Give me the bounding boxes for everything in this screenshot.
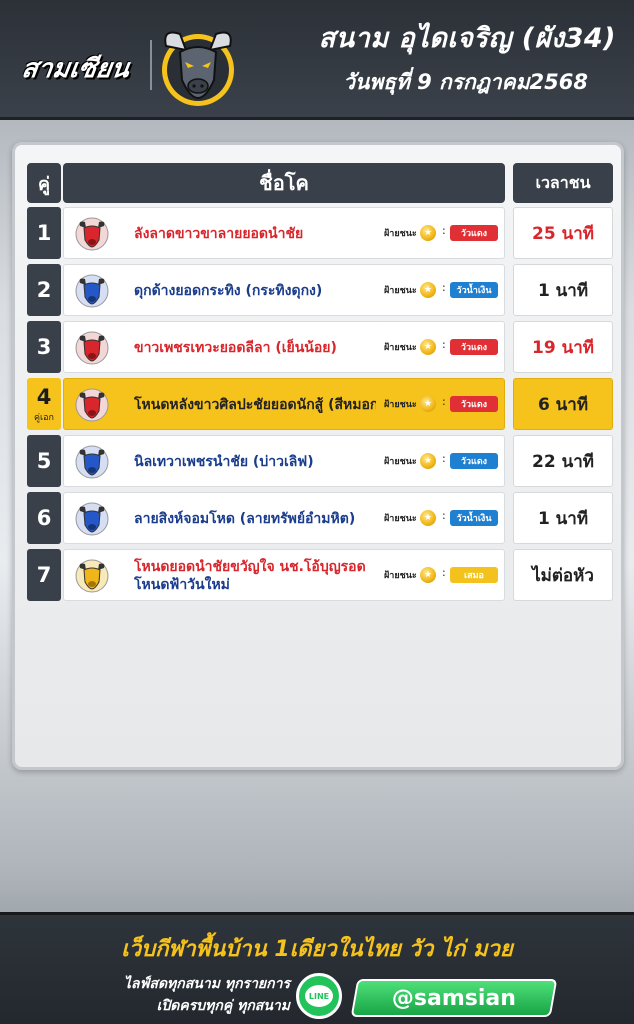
page-title: สนาม อุไดเจริญ (ผัง34) [318,23,616,54]
table-row-featured: 4 คู่เอก โหนดหลังขาวศิลปะชัยยอดนักสู้ (ส… [15,378,621,430]
fighter-name: นิลเทวาเพชรนำชัย (บ่าวเลิฟ) [134,454,314,470]
fight-time: ไม่ต่อหัว [513,549,613,601]
match-number: 1 [27,207,61,259]
winner-tag: วัวน้ำเงิน [450,510,498,526]
fighter-name: ลายสิงห์จอมโหด (ลายทรัพย์อำมหิต) [134,511,356,527]
match-number: 4 คู่เอก [27,378,61,430]
winner-tag: เสมอ [450,567,498,583]
column-header-name: ชื่อโค [63,163,505,203]
table-row: 5 นิลเทวาเพชรนำชัย (บ่าวเลิฟ) ฝ้ายชนะ ★ … [15,435,621,487]
footer-banner: เว็บกีฬาพื้นบ้าน 1เดียวในไทย วัว ไก่ มวย… [0,912,634,1024]
coin-icon: ★ [420,453,436,469]
blue-bull-icon [75,274,109,308]
coin-icon: ★ [420,225,436,241]
fight-time: 6 นาที [513,378,613,430]
win-label: ฝ้ายชนะ [384,571,417,581]
fighter-cell: นิลเทวาเพชรนำชัย (บ่าวเลิฟ) ฝ้ายชนะ ★ : … [63,435,505,487]
brand-divider [150,40,152,90]
blue-bull-icon [75,502,109,536]
line-handle-button[interactable]: @samsian [350,979,558,1017]
fight-time: 25 นาที [513,207,613,259]
main-event-label: คู่เอก [34,412,54,423]
matchup-table: คู่ ชื่อโค เวลาชน 1 ลังลาดขาวขาลายยอดนำช… [12,142,624,770]
fighter-cell: ลายสิงห์จอมโหด (ลายทรัพย์อำมหิต) ฝ้ายชนะ… [63,492,505,544]
fighter-name: ลังลาดขาวขาลายยอดนำชัย [134,226,304,242]
win-label: ฝ้ายชนะ [384,514,417,524]
coin-icon: ★ [420,567,436,583]
fight-time: 22 นาที [513,435,613,487]
coin-icon: ★ [420,339,436,355]
footer-subtitle-coverage: เปิดครบทุกคู่ ทุกสนาม [156,998,290,1014]
win-label: ฝ้ายชนะ [384,400,417,410]
win-label: ฝ้ายชนะ [384,457,417,467]
bull-mascot-icon [162,31,234,106]
fighter-cell: ขาวเพชรเทวะยอดลีลา (เย็นน้อย) ฝ้ายชนะ ★ … [63,321,505,373]
winner-tag: วัวแดง [450,225,498,241]
fight-time: 1 นาที [513,492,613,544]
winner-tag: วัวน้ำเงิน [450,282,498,298]
fight-time: 19 นาที [513,321,613,373]
brand-logo: สามเซียน [8,48,144,88]
match-number: 5 [27,435,61,487]
fighter-cell: โหนดหลังขาวศิลปะชัยยอดนักสู้ (สีหมอก) ฝ้… [63,378,505,430]
footer-subtitle-live: ไลฟ์สดทุกสนาม ทุกรายการ [123,976,290,992]
fighter-name: โหนดยอดนำชัยขวัญใจ นช.โอ้บุญรอด โหนดฟ้าว… [134,550,376,602]
brand-name: สามเซียน [20,53,132,84]
red-bull-icon [75,217,109,251]
table-row: 2 ดุกด้างยอดกระทิง (กระทิงดุกง) ฝ้ายชนะ … [15,264,621,316]
table-row: 6 ลายสิงห์จอมโหด (ลายทรัพย์อำมหิต) ฝ้ายช… [15,492,621,544]
fighter-cell: ดุกด้างยอดกระทิง (กระทิงดุกง) ฝ้ายชนะ ★ … [63,264,505,316]
match-number: 7 [27,549,61,601]
win-label: ฝ้ายชนะ [384,286,417,296]
column-header-time: เวลาชน [513,163,613,203]
winner-tag: วัวแดง [450,396,498,412]
fighter-name: ขาวเพชรเทวะยอดลีลา (เย็นน้อย) [134,340,337,356]
gold-bull-icon [75,559,109,593]
coin-icon: ★ [420,510,436,526]
table-row: 3 ขาวเพชรเทวะยอดลีลา (เย็นน้อย) ฝ้ายชนะ … [15,321,621,373]
coin-icon: ★ [420,282,436,298]
slogan: เว็บกีฬาพื้นบ้าน 1เดียวในไทย วัว ไก่ มวย [121,937,513,962]
line-icon[interactable]: LINE [296,973,342,1019]
fighter-name-secondary: โหนดฟ้าวันใหม่ [134,577,230,593]
coin-icon: ★ [420,396,436,412]
winner-tag: วัวแดง [450,453,498,469]
match-number: 2 [27,264,61,316]
fight-time: 1 นาที [513,264,613,316]
red-bull-icon [75,331,109,365]
red-bull-icon [75,388,109,422]
table-row: 1 ลังลาดขาวขาลายยอดนำชัย ฝ้ายชนะ ★ : วัว… [15,207,621,259]
blue-bull-icon [75,445,109,479]
fighter-cell: โหนดยอดนำชัยขวัญใจ นช.โอ้บุญรอด โหนดฟ้าว… [63,549,505,601]
win-label: ฝ้ายชนะ [384,343,417,353]
match-number: 6 [27,492,61,544]
header-banner: สามเซียน สนาม อุไดเจริญ (ผัง34) วันพธุที… [0,0,634,120]
match-number: 3 [27,321,61,373]
fighter-name: ดุกด้างยอดกระทิง (กระทิงดุกง) [134,283,323,299]
event-date: วันพธุที่ 9 กรกฎาคม2568 [343,70,588,94]
winner-tag: วัวแดง [450,339,498,355]
column-header-pair: คู่ [27,163,61,203]
fighter-name: โหนดหลังขาวศิลปะชัยยอดนักสู้ (สีหมอก) [134,397,376,413]
fighter-cell: ลังลาดขาวขาลายยอดนำชัย ฝ้ายชนะ ★ : วัวแด… [63,207,505,259]
table-row: 7 โหนดยอดนำชัยขวัญใจ นช.โอ้บุญรอด โหนดฟ้… [15,549,621,601]
win-label: ฝ้ายชนะ [384,229,417,239]
